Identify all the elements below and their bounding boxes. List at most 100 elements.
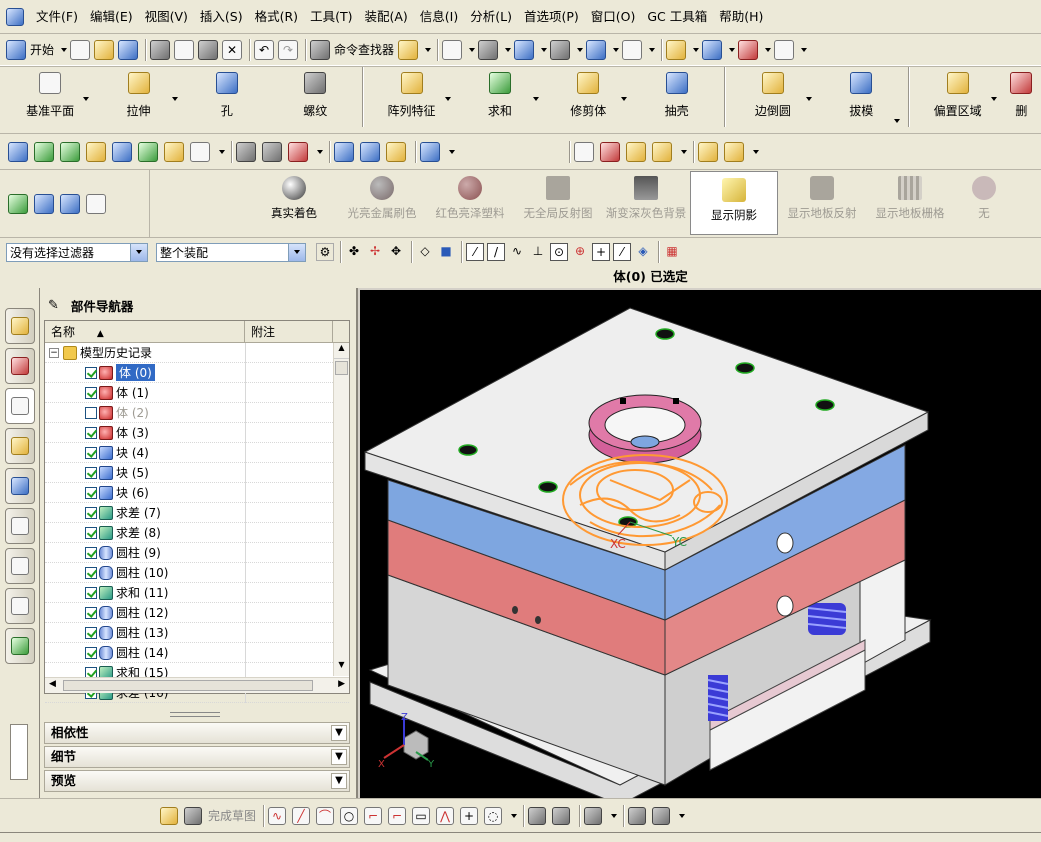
- column-note[interactable]: 附注: [245, 321, 333, 342]
- edge-blend-button[interactable]: 边倒圆: [729, 67, 817, 119]
- menu-view[interactable]: 视图(V): [139, 6, 194, 28]
- spring-icon[interactable]: [360, 141, 380, 162]
- tab-constraint-navigator[interactable]: [5, 348, 35, 384]
- thread-button[interactable]: 螺纹: [271, 67, 359, 119]
- none-button[interactable]: 无: [954, 170, 1014, 221]
- chevron-down-icon[interactable]: [469, 47, 476, 52]
- resource-scroll[interactable]: [10, 724, 28, 780]
- tree-row[interactable]: 求和 (11): [45, 582, 349, 603]
- floor-reflection-button[interactable]: 显示地板反射: [778, 170, 866, 221]
- binoculars-icon[interactable]: [310, 39, 331, 60]
- scroll-left-icon[interactable]: ◀: [49, 679, 56, 689]
- cylinder-icon[interactable]: [334, 141, 354, 162]
- visibility-checkbox[interactable]: [85, 386, 97, 399]
- polygon-icon[interactable]: ⋀: [436, 806, 455, 825]
- menu-tools[interactable]: 工具(T): [304, 6, 358, 28]
- quadrant-point-icon[interactable]: ⊕: [571, 243, 589, 261]
- chevron-down-icon[interactable]: [511, 813, 518, 818]
- tree-root[interactable]: − 模型历史记录: [45, 342, 349, 363]
- chevron-down-icon[interactable]: ▼: [331, 773, 347, 789]
- spline-icon[interactable]: ◌: [484, 806, 503, 825]
- visibility-checkbox[interactable]: [85, 646, 97, 659]
- assembly-icon[interactable]: [112, 141, 132, 162]
- chevron-down-icon[interactable]: [541, 47, 548, 52]
- locating-ring[interactable]: [588, 394, 702, 464]
- chevron-down-icon[interactable]: [130, 243, 147, 261]
- visibility-checkbox[interactable]: [85, 566, 97, 579]
- measure-icon[interactable]: [774, 39, 795, 60]
- tab-web-browser[interactable]: [5, 468, 35, 504]
- tree-row[interactable]: 块 (4): [45, 442, 349, 463]
- perpendicular-constraint-icon[interactable]: [652, 806, 671, 825]
- glossy-metal-button[interactable]: 光亮金属刷色: [338, 170, 426, 221]
- finish-sketch-button[interactable]: 完成草图: [208, 807, 256, 824]
- redo-icon[interactable]: ↷: [278, 39, 299, 60]
- profile-icon[interactable]: ∿: [268, 806, 287, 825]
- render-style-icon[interactable]: [514, 39, 535, 60]
- vertical-scrollbar[interactable]: ▲ ▼: [333, 343, 349, 676]
- analysis-icon[interactable]: [666, 39, 687, 60]
- blocks-icon[interactable]: [698, 141, 718, 162]
- tree-row[interactable]: 圆柱 (12): [45, 602, 349, 623]
- triangle-icon[interactable]: [574, 141, 594, 162]
- chevron-down-icon[interactable]: ▼: [331, 725, 347, 741]
- tree-row[interactable]: 圆柱 (13): [45, 622, 349, 643]
- tree-row[interactable]: 体 (0): [45, 362, 349, 383]
- tree-row[interactable]: 体 (1): [45, 382, 349, 403]
- tab-system-materials[interactable]: [5, 588, 35, 624]
- existing-point-icon[interactable]: +: [592, 243, 610, 261]
- point-on-face-icon[interactable]: ◈: [634, 243, 652, 261]
- draft-button[interactable]: 拔模: [817, 67, 905, 123]
- gear-icon[interactable]: [386, 141, 406, 162]
- menu-window[interactable]: 窗口(O): [585, 6, 642, 28]
- tab-reuse-library[interactable]: [5, 428, 35, 464]
- chamfer-icon[interactable]: ⌐: [388, 806, 407, 825]
- chevron-down-icon[interactable]: [693, 47, 700, 52]
- menu-insert[interactable]: 插入(S): [194, 6, 249, 28]
- menu-file[interactable]: 文件(F): [30, 6, 84, 28]
- paste-icon[interactable]: [198, 39, 219, 60]
- arc-center-icon[interactable]: ⊙: [550, 243, 568, 261]
- preview-panel[interactable]: 预览 ▼: [44, 770, 350, 792]
- new-file-icon[interactable]: [70, 39, 91, 60]
- scroll-thumb[interactable]: [335, 361, 348, 375]
- component-icon[interactable]: [164, 141, 184, 162]
- start-icon[interactable]: [6, 39, 26, 60]
- visibility-checkbox[interactable]: [85, 506, 97, 519]
- arc-icon[interactable]: ⌒: [316, 806, 335, 825]
- chevron-down-icon[interactable]: [765, 47, 772, 52]
- gear-filter-icon[interactable]: ⚙: [316, 243, 334, 261]
- tree-row[interactable]: 圆柱 (10): [45, 562, 349, 583]
- point-on-curve-icon[interactable]: ⁄: [613, 243, 631, 261]
- chevron-down-icon[interactable]: [449, 149, 455, 154]
- chevron-down-icon[interactable]: [317, 149, 323, 154]
- open-folder-icon[interactable]: [94, 39, 115, 60]
- collapse-icon[interactable]: −: [49, 347, 59, 358]
- chevron-down-icon[interactable]: [990, 97, 997, 101]
- copy-icon[interactable]: [174, 39, 195, 60]
- rectangle-icon[interactable]: ▭: [412, 806, 431, 825]
- visibility-checkbox[interactable]: [85, 466, 97, 479]
- visibility-checkbox[interactable]: [85, 446, 97, 459]
- point-icon[interactable]: +: [460, 806, 479, 825]
- visibility-checkbox[interactable]: [85, 626, 97, 639]
- layer-settings-icon[interactable]: [60, 141, 80, 162]
- chevron-down-icon[interactable]: [83, 97, 90, 101]
- column-name[interactable]: 名称 ▲: [45, 321, 245, 342]
- chevron-down-icon[interactable]: [219, 149, 225, 154]
- menu-edit[interactable]: 编辑(E): [84, 6, 139, 28]
- save-icon[interactable]: [118, 39, 139, 60]
- chevron-down-icon[interactable]: [613, 47, 620, 52]
- pattern-icon[interactable]: [652, 141, 672, 162]
- mesh-icon[interactable]: [420, 141, 440, 162]
- delete-icon[interactable]: ✕: [222, 39, 243, 60]
- tab-history[interactable]: [5, 508, 35, 544]
- curve-icon[interactable]: [288, 141, 308, 162]
- horizontal-scrollbar[interactable]: ◀ ▶: [45, 677, 349, 693]
- visibility-checkbox[interactable]: [85, 426, 97, 439]
- background-icon[interactable]: [550, 39, 571, 60]
- intersection-point-icon[interactable]: ⊥: [529, 243, 547, 261]
- tree-row[interactable]: 求差 (7): [45, 502, 349, 523]
- chevron-down-icon[interactable]: [729, 47, 736, 52]
- chevron-down-icon[interactable]: [533, 97, 540, 101]
